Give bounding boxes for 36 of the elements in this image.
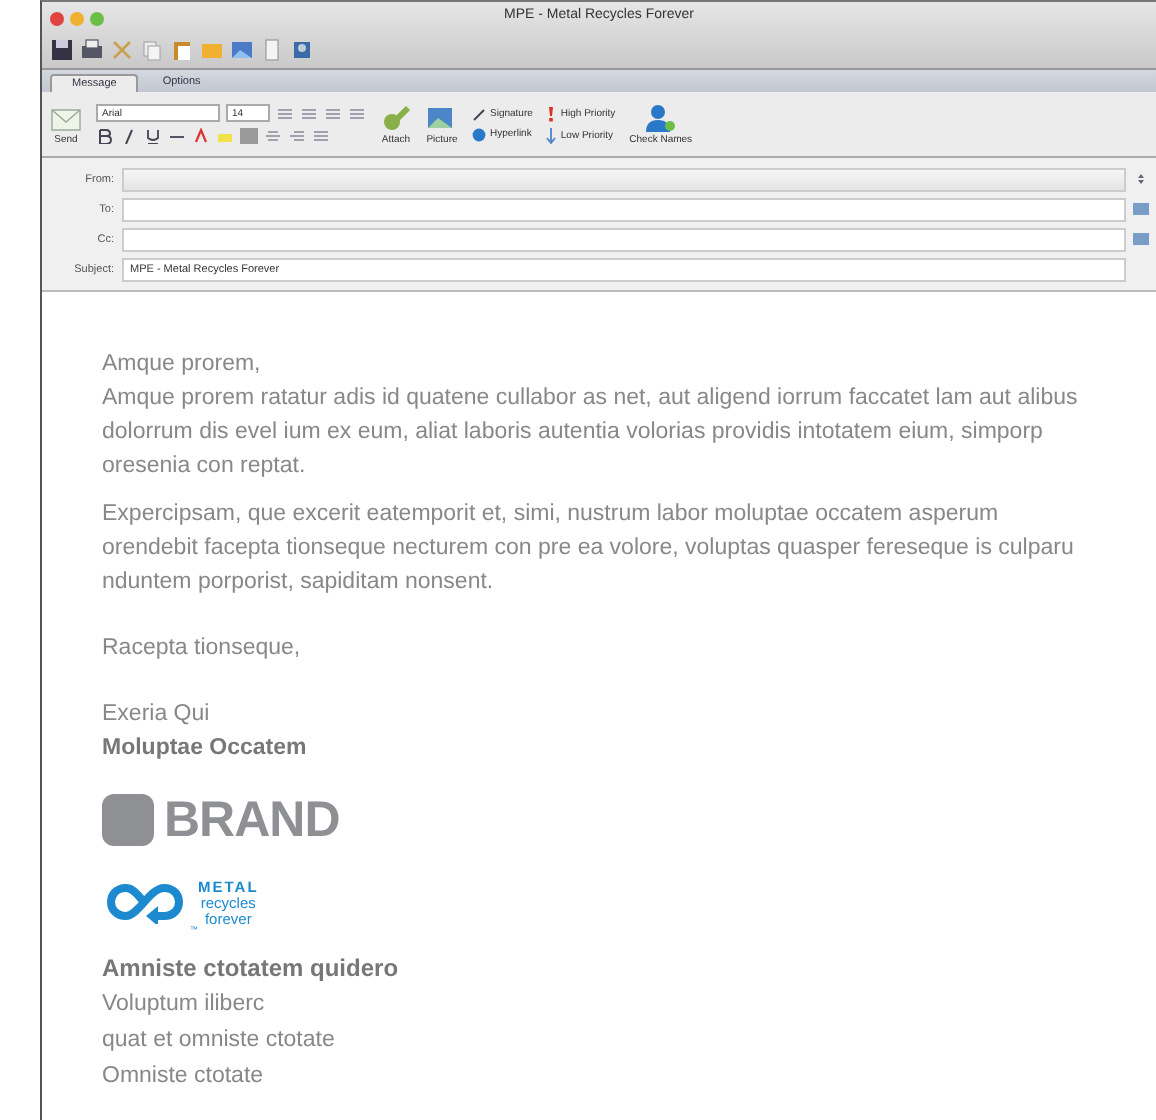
contact-heading: Amniste ctotatem quidero <box>102 952 401 986</box>
send-icon[interactable] <box>50 103 82 131</box>
document-icon[interactable] <box>260 38 284 62</box>
contact-line: Voluptum iliberc <box>102 990 267 1020</box>
from-dropdown[interactable] <box>122 167 1126 191</box>
contact-line: quat et omniste ctotate <box>102 1026 337 1056</box>
print-icon[interactable] <box>80 38 104 62</box>
brand-wordmark: BRAND <box>164 792 340 848</box>
person-icon[interactable] <box>644 103 677 131</box>
bold-icon[interactable] <box>96 128 114 144</box>
align-right-icon[interactable] <box>288 128 306 144</box>
exclamation-icon[interactable] <box>546 105 557 121</box>
paste-icon[interactable] <box>170 38 194 62</box>
body-paragraph: Amque prorem ratatur adis id quatene cullabor as net, aut aligend iorrum faccatet lam aut alibus dolorrum dis evel ium ex eum, aliat laboris autentia volorias providis intotatem eium, simporp oresenia con reptat. <box>102 384 1080 482</box>
contact-line: Omniste ctotate <box>102 1062 266 1092</box>
logo-square-icon <box>102 794 154 846</box>
address-field[interactable] <box>122 197 1126 221</box>
save-icon[interactable] <box>50 38 74 62</box>
dropdown-arrows-icon[interactable] <box>1136 172 1146 186</box>
italic-icon[interactable] <box>120 128 138 144</box>
down-arrow-icon[interactable] <box>546 127 557 143</box>
zoom-button[interactable] <box>90 11 104 25</box>
close-button[interactable] <box>50 11 64 25</box>
align-center-icon[interactable] <box>264 128 282 144</box>
closing-text: Racepta tionseque, <box>102 634 303 664</box>
address-field[interactable] <box>122 227 1126 251</box>
body-paragraph: Expercipsam, que excerit eatemporit et, simi, nustrum labor moluptae occatem asperum orendebit facepta tionseque necturem con pre ea volore, voluptas quasper fereseque is culparu nduntem porporist, sapiditam nonsent. <box>102 500 1076 598</box>
justify-icon[interactable] <box>312 128 330 144</box>
minimize-button[interactable] <box>70 11 84 25</box>
underline-icon[interactable] <box>144 128 162 144</box>
picture-icon[interactable] <box>426 103 458 131</box>
image-icon[interactable] <box>230 38 254 62</box>
greeting-text: Amque prorem, <box>102 350 263 380</box>
copy-icon[interactable] <box>140 38 164 62</box>
company-name: Moluptae Occatem <box>102 734 309 764</box>
sender-name: Exeria Qui <box>102 700 212 730</box>
